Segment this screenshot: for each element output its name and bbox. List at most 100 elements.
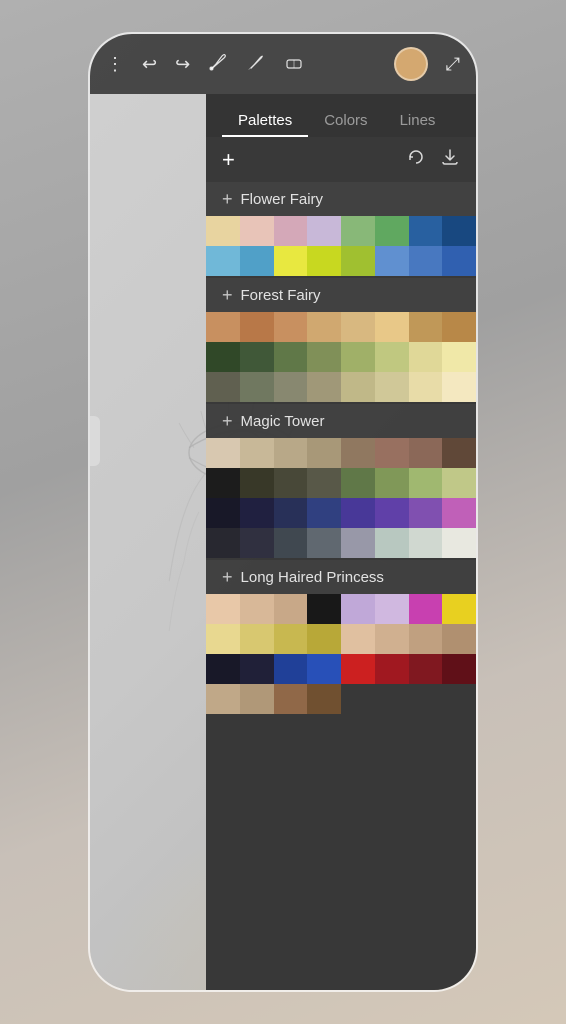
color-swatch[interactable] xyxy=(375,312,409,342)
color-swatch[interactable] xyxy=(341,312,375,342)
color-swatch[interactable] xyxy=(341,528,375,558)
color-swatch[interactable] xyxy=(274,468,308,498)
color-swatch[interactable] xyxy=(307,684,341,714)
color-swatch[interactable] xyxy=(375,468,409,498)
color-swatch[interactable] xyxy=(240,684,274,714)
color-swatch[interactable] xyxy=(240,438,274,468)
color-swatch[interactable] xyxy=(240,624,274,654)
color-swatch[interactable] xyxy=(240,246,274,276)
color-swatch[interactable] xyxy=(274,342,308,372)
color-swatch[interactable] xyxy=(240,594,274,624)
color-swatch[interactable] xyxy=(206,654,240,684)
color-swatch[interactable] xyxy=(307,246,341,276)
color-swatch[interactable] xyxy=(307,312,341,342)
color-swatch[interactable] xyxy=(375,342,409,372)
color-swatch[interactable] xyxy=(341,216,375,246)
color-swatch[interactable] xyxy=(341,624,375,654)
color-swatch[interactable] xyxy=(375,624,409,654)
tab-lines[interactable]: Lines xyxy=(384,106,452,137)
color-swatch[interactable] xyxy=(206,498,240,528)
color-swatch[interactable] xyxy=(240,342,274,372)
color-swatch[interactable] xyxy=(307,438,341,468)
color-swatch[interactable] xyxy=(409,216,443,246)
active-color-swatch[interactable] xyxy=(394,47,428,81)
color-swatch[interactable] xyxy=(442,438,476,468)
color-swatch[interactable] xyxy=(206,216,240,246)
color-swatch[interactable] xyxy=(307,594,341,624)
color-swatch[interactable] xyxy=(240,468,274,498)
sync-icon[interactable] xyxy=(406,147,426,172)
color-swatch[interactable] xyxy=(274,498,308,528)
color-swatch[interactable] xyxy=(409,624,443,654)
color-swatch[interactable] xyxy=(375,498,409,528)
color-swatch[interactable] xyxy=(442,246,476,276)
color-swatch[interactable] xyxy=(442,342,476,372)
color-swatch[interactable] xyxy=(375,438,409,468)
pen-tool-icon[interactable] xyxy=(246,52,266,77)
color-swatch[interactable] xyxy=(409,342,443,372)
color-swatch[interactable] xyxy=(206,438,240,468)
color-swatch[interactable] xyxy=(409,498,443,528)
tab-colors[interactable]: Colors xyxy=(308,106,383,137)
color-swatch[interactable] xyxy=(206,342,240,372)
color-swatch[interactable] xyxy=(206,594,240,624)
add-palette-button[interactable]: + xyxy=(222,149,235,171)
color-swatch[interactable] xyxy=(442,498,476,528)
color-swatch[interactable] xyxy=(341,594,375,624)
color-swatch[interactable] xyxy=(240,528,274,558)
tab-palettes[interactable]: Palettes xyxy=(222,106,308,137)
color-swatch[interactable] xyxy=(240,216,274,246)
color-swatch[interactable] xyxy=(240,654,274,684)
color-swatch[interactable] xyxy=(442,594,476,624)
color-swatch[interactable] xyxy=(442,654,476,684)
palette-add-forest-fairy[interactable]: + xyxy=(222,286,233,304)
color-swatch[interactable] xyxy=(409,468,443,498)
color-swatch[interactable] xyxy=(307,528,341,558)
color-swatch[interactable] xyxy=(274,528,308,558)
color-swatch[interactable] xyxy=(409,372,443,402)
undo-icon[interactable]: ↩ xyxy=(142,54,157,75)
color-swatch[interactable] xyxy=(274,594,308,624)
color-swatch[interactable] xyxy=(442,372,476,402)
color-swatch[interactable] xyxy=(341,342,375,372)
color-swatch[interactable] xyxy=(206,528,240,558)
color-swatch[interactable] xyxy=(375,246,409,276)
color-swatch[interactable] xyxy=(341,468,375,498)
color-swatch[interactable] xyxy=(442,468,476,498)
color-swatch[interactable] xyxy=(341,246,375,276)
color-swatch[interactable] xyxy=(274,654,308,684)
color-swatch[interactable] xyxy=(341,438,375,468)
color-swatch[interactable] xyxy=(409,654,443,684)
color-swatch[interactable] xyxy=(274,372,308,402)
color-swatch[interactable] xyxy=(341,654,375,684)
color-swatch[interactable] xyxy=(307,498,341,528)
color-swatch[interactable] xyxy=(442,528,476,558)
download-icon[interactable] xyxy=(440,147,460,172)
color-swatch[interactable] xyxy=(375,216,409,246)
color-swatch[interactable] xyxy=(375,654,409,684)
color-swatch[interactable] xyxy=(274,438,308,468)
menu-icon[interactable]: ⋮ xyxy=(106,54,124,75)
color-swatch[interactable] xyxy=(240,498,274,528)
color-swatch[interactable] xyxy=(274,624,308,654)
color-swatch[interactable] xyxy=(442,312,476,342)
color-swatch[interactable] xyxy=(409,594,443,624)
color-swatch[interactable] xyxy=(274,312,308,342)
color-swatch[interactable] xyxy=(409,312,443,342)
palette-add-magic-tower[interactable]: + xyxy=(222,412,233,430)
color-swatch[interactable] xyxy=(307,624,341,654)
color-swatch[interactable] xyxy=(206,624,240,654)
color-swatch[interactable] xyxy=(307,372,341,402)
color-swatch[interactable] xyxy=(307,468,341,498)
color-swatch[interactable] xyxy=(341,498,375,528)
color-swatch[interactable] xyxy=(206,468,240,498)
color-swatch[interactable] xyxy=(375,594,409,624)
color-swatch[interactable] xyxy=(307,654,341,684)
color-swatch[interactable] xyxy=(206,372,240,402)
color-swatch[interactable] xyxy=(409,438,443,468)
color-swatch[interactable] xyxy=(274,246,308,276)
color-swatch[interactable] xyxy=(240,372,274,402)
palettes-scroll-area[interactable]: + Flower Fairy xyxy=(206,182,476,990)
color-swatch[interactable] xyxy=(409,246,443,276)
palette-add-flower-fairy[interactable]: + xyxy=(222,190,233,208)
